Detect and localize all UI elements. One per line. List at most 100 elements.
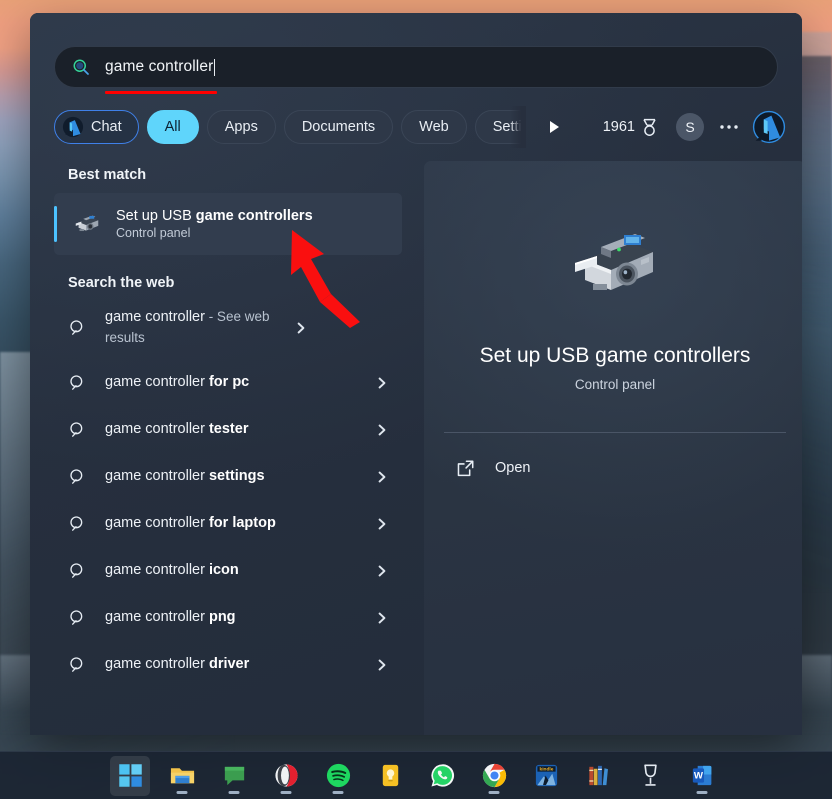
taskbar-running-indicator	[280, 790, 292, 794]
opera-browser-button[interactable]	[266, 756, 306, 796]
svg-text:kindle: kindle	[539, 767, 553, 773]
medal-icon	[643, 118, 656, 136]
list-item-prefix: game controller	[105, 420, 209, 437]
red-underline-annotation	[105, 91, 218, 94]
taskbar-items: kindle W	[110, 755, 722, 796]
chevron-right-icon	[378, 471, 386, 482]
kindle-icon: kindle	[535, 764, 557, 787]
rewards-points-value: 1961	[602, 119, 635, 135]
books-library-button[interactable]	[578, 756, 618, 796]
wine-app-button[interactable]	[630, 756, 670, 796]
spotify-button[interactable]	[318, 756, 358, 796]
magnifier-icon	[70, 320, 83, 335]
list-item-prefix: game controller	[105, 514, 209, 531]
whatsapp-button[interactable]	[422, 756, 462, 796]
preview-pane: Set up USB game controllers Control pane…	[424, 161, 802, 735]
list-item-label: game controller icon	[105, 560, 376, 581]
bing-icon	[62, 116, 84, 138]
magnifier-icon	[70, 515, 83, 531]
google-chrome-button[interactable]	[474, 756, 514, 796]
filter-tabs-row: Chat All Apps Documents Web Settings	[54, 106, 786, 148]
tab-documents-label: Documents	[301, 119, 376, 135]
search-icon	[73, 59, 89, 75]
list-item-prefix: game controller	[105, 655, 209, 672]
rewards-points[interactable]: 1961	[595, 118, 666, 137]
more-options-button[interactable]	[714, 112, 744, 142]
list-item-bold-suffix: png	[208, 608, 236, 625]
bing-button[interactable]	[752, 110, 786, 144]
external-link-icon	[457, 460, 474, 476]
tab-all-label: All	[164, 119, 181, 135]
list-item[interactable]: game controller for laptop	[54, 500, 402, 547]
list-item[interactable]: game controller png	[54, 594, 402, 641]
kindle-button[interactable]: kindle	[526, 756, 566, 796]
microsoft-teams-button[interactable]	[214, 756, 254, 796]
text-caret	[214, 58, 216, 76]
chevron-right-icon	[297, 322, 305, 334]
web-suggestions-list: game controller - See web results game c…	[54, 297, 402, 688]
list-item[interactable]: game controller icon	[54, 547, 402, 594]
tab-documents[interactable]: Documents	[283, 110, 394, 144]
microsoft-word-button[interactable]: W	[682, 756, 722, 796]
search-box[interactable]: game controller	[54, 46, 778, 94]
list-item-label: game controller driver	[105, 654, 376, 675]
start-button[interactable]	[110, 755, 150, 796]
preview-title: Set up USB game controllers	[479, 344, 751, 367]
taskbar-running-indicator	[332, 790, 344, 794]
more-horizontal-icon	[720, 125, 738, 129]
taskbar-running-indicator	[228, 790, 240, 794]
tab-web[interactable]: Web	[401, 110, 467, 144]
magnifier-icon	[70, 562, 83, 578]
preview-divider	[444, 432, 786, 433]
chevron-right-icon	[378, 424, 386, 435]
tabs-next-button[interactable]	[539, 112, 569, 142]
taskbar-running-indicator	[696, 790, 708, 794]
game-controller-device-icon	[75, 215, 99, 232]
wine-glass-icon	[643, 764, 657, 786]
books-icon	[588, 765, 608, 786]
chevron-right-icon	[378, 565, 386, 576]
account-avatar[interactable]: S	[676, 113, 704, 141]
list-item-bold-suffix: for laptop	[208, 514, 276, 531]
tab-all[interactable]: All	[146, 110, 199, 144]
tab-web-label: Web	[419, 119, 449, 135]
magnifier-icon	[70, 609, 83, 625]
tab-settings-label: Settings	[492, 119, 526, 135]
chevron-right-icon	[378, 377, 386, 388]
svg-text:W: W	[693, 771, 703, 782]
file-explorer-button[interactable]	[162, 756, 202, 796]
filter-tabs-scroller[interactable]: Chat All Apps Documents Web Settings	[54, 106, 526, 148]
best-match-title: Set up USB game controllers	[116, 208, 313, 224]
best-match-title-prefix: Set up USB	[116, 208, 196, 224]
list-item-label: game controller settings	[105, 466, 376, 487]
tab-chat[interactable]: Chat	[54, 110, 139, 144]
list-item[interactable]: game controller for pc	[54, 359, 402, 406]
list-item-prefix: game controller	[105, 561, 209, 578]
chevron-right-icon	[378, 659, 386, 670]
keep-notes-button[interactable]	[370, 756, 410, 796]
opera-icon	[274, 764, 298, 787]
search-input[interactable]: game controller	[105, 47, 218, 94]
tab-settings[interactable]: Settings	[474, 110, 526, 144]
taskbar-running-indicator	[488, 790, 500, 794]
list-item[interactable]: game controller tester	[54, 406, 402, 453]
tab-apps[interactable]: Apps	[206, 110, 276, 144]
word-icon: W	[692, 765, 711, 786]
best-match-title-bold: game controllers	[195, 208, 313, 224]
list-item[interactable]: game controller driver	[54, 641, 402, 688]
whatsapp-icon	[430, 764, 454, 787]
list-item-label: game controller for laptop	[105, 513, 376, 534]
list-item-label: game controller - See web results	[105, 307, 295, 349]
open-button[interactable]: Open	[438, 447, 792, 489]
list-item[interactable]: game controller - See web results	[54, 297, 402, 359]
best-match-text: Set up USB game controllers Control pane…	[116, 208, 313, 240]
game-controller-device-icon	[575, 234, 653, 290]
taskbar-running-indicator	[176, 790, 188, 794]
file-explorer-icon	[170, 768, 194, 784]
chevron-right-icon	[378, 518, 386, 529]
chat-bubble-icon	[224, 766, 244, 786]
results-left-column: Best match Set up USB game controllers C…	[54, 161, 402, 735]
best-match-result[interactable]: Set up USB game controllers Control pane…	[54, 193, 402, 255]
chrome-icon	[482, 763, 506, 788]
list-item[interactable]: game controller settings	[54, 453, 402, 500]
